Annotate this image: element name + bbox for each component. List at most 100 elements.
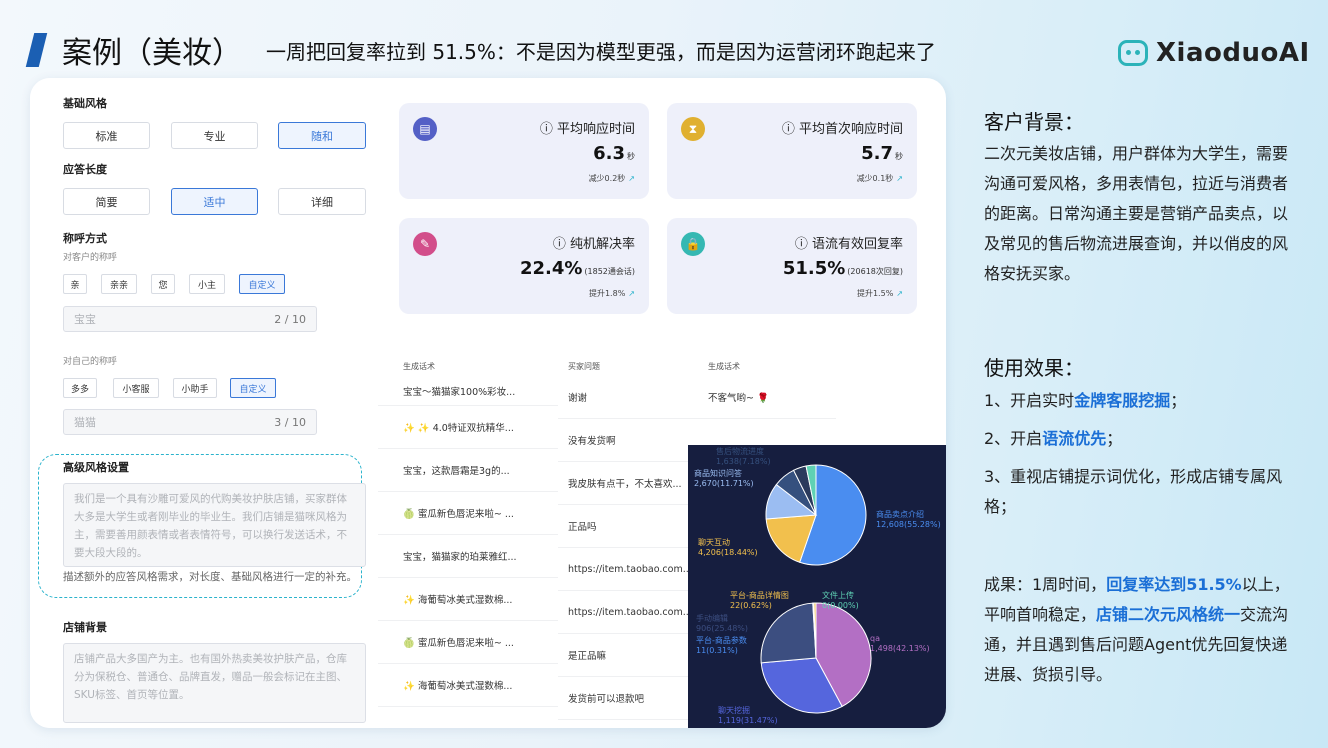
table-row[interactable]: 宝宝，猫猫家的珀莱雅红... bbox=[378, 535, 558, 578]
customer-address-count: 2 / 10 bbox=[274, 312, 306, 326]
trend-icon: ↗ bbox=[628, 174, 635, 183]
pie-label-value: 22(0.62%) bbox=[730, 601, 772, 610]
length-label: 应答长度 bbox=[63, 163, 107, 176]
replies-table-header: 生成话术 bbox=[403, 362, 435, 371]
pie-label-name: 售后物流进度 bbox=[716, 446, 764, 456]
metric-change: 减少0.1秒 bbox=[856, 174, 894, 183]
pie-label-name: 平台-商品参数 bbox=[696, 635, 747, 645]
shop-background-textarea[interactable]: 店铺产品大多国产为主。也有国外热卖美妆护肤产品，仓库分为保税仓、普通仓、品牌直发… bbox=[63, 643, 366, 723]
self-address-value: 猫猫 bbox=[74, 416, 96, 429]
style-option-casual[interactable]: 随和 bbox=[278, 122, 366, 149]
pie-charts-panel: 商品卖点介绍 12,608(55.28%) 聊天互动 4,206(18.44%) 商品知… bbox=[688, 445, 946, 728]
chat-bot-icon bbox=[1118, 40, 1148, 66]
table-row[interactable]: 🍈 蜜瓜新色唇泥来啦~ ... bbox=[378, 621, 558, 664]
length-option-medium[interactable]: 适中 bbox=[171, 188, 258, 215]
table-row[interactable]: ✨ 海葡萄冰美式湿数棉... bbox=[378, 578, 558, 621]
slide-header: 案例（美妆） 一周把回复率拉到 51.5%：不是因为模型更强，而是因为运营闭环跑… bbox=[0, 0, 1328, 80]
self-address-input[interactable]: 猫猫 3 / 10 bbox=[63, 409, 317, 435]
pie-label-name: 手动编辑 bbox=[696, 613, 728, 623]
table-row[interactable]: 宝宝，这款唇霜是3g的... bbox=[378, 449, 558, 492]
metric-unit: (20618次回复) bbox=[847, 267, 903, 276]
pie-label-name: 商品知识问答 bbox=[694, 468, 742, 478]
metric-change: 提升1.8% bbox=[588, 289, 626, 298]
customer-tag-qin[interactable]: 亲 bbox=[63, 274, 87, 294]
tool-icon: ✎ bbox=[413, 232, 437, 256]
table-row[interactable]: 谢谢 不客气哟~ 🌹 bbox=[558, 376, 836, 419]
document-icon: ▤ bbox=[413, 117, 437, 141]
self-tag-custom[interactable]: 自定义 bbox=[230, 378, 276, 398]
pie-label-value: 11(0.31%) bbox=[696, 646, 738, 655]
hourglass-icon: ⧗ bbox=[681, 117, 705, 141]
pie-label-name: 文件上传 bbox=[822, 590, 854, 600]
metric-title: 平均首次响应时间 bbox=[798, 122, 903, 137]
trend-icon: ↗ bbox=[896, 289, 903, 298]
table-row[interactable]: ✨ ✨ 4.0特证双抗精华... bbox=[378, 406, 558, 449]
advanced-style-textarea[interactable]: 我们是一个具有沙雕可爱风的代购美妆护肤店铺，买家群体大多是大学生或者刚毕业的毕业… bbox=[63, 483, 366, 567]
customer-address-label: 对客户的称呼 bbox=[63, 253, 118, 263]
self-tag-duoduo[interactable]: 多多 bbox=[63, 378, 97, 398]
metric-change: 减少0.2秒 bbox=[588, 174, 626, 183]
brand-logo: XiaoduoAI bbox=[1118, 35, 1310, 71]
info-icon: ⓘ bbox=[781, 122, 799, 137]
pie-label-value: 1,119(31.47%) bbox=[718, 716, 778, 725]
info-icon: ⓘ bbox=[794, 237, 812, 252]
metric-card-avg-response: ▤ ⓘ 平均响应时间 6.3 秒 减少0.2秒 ↗ bbox=[399, 103, 649, 199]
metric-card-first-response: ⧗ ⓘ 平均首次响应时间 5.7 秒 减少0.1秒 ↗ bbox=[667, 103, 917, 199]
page-title: 案例（美妆） bbox=[62, 36, 242, 71]
self-address-count: 3 / 10 bbox=[274, 415, 306, 429]
customer-address-input[interactable]: 宝宝 2 / 10 bbox=[63, 306, 317, 332]
style-option-professional[interactable]: 专业 bbox=[171, 122, 258, 149]
pie-slice bbox=[760, 602, 817, 664]
table-row[interactable]: 🍈 蜜瓜新色唇泥来啦~ ... bbox=[378, 492, 558, 535]
metric-card-auto-resolve: ✎ ⓘ 纯机解决率 22.4% (1852通会话) 提升1.8% ↗ bbox=[399, 218, 649, 314]
pie-label-value: 12,608(55.28%) bbox=[876, 520, 941, 529]
pie-label-name: 聊天互动 bbox=[698, 537, 730, 547]
shop-background-label: 店铺背景 bbox=[63, 621, 107, 634]
metric-title: 纯机解决率 bbox=[569, 237, 635, 252]
self-tag-xiaokefu[interactable]: 小客服 bbox=[113, 378, 159, 398]
customer-tag-xiaozhu[interactable]: 小主 bbox=[189, 274, 225, 294]
style-option-standard[interactable]: 标准 bbox=[63, 122, 150, 149]
effect-item-2: 2、开启语流优先； bbox=[984, 429, 1123, 448]
pie-label-value: 1,638(7.18%) bbox=[716, 457, 771, 466]
qa-col-question: 买家问题 bbox=[568, 362, 600, 371]
customer-tag-nin[interactable]: 您 bbox=[151, 274, 175, 294]
customer-address-value: 宝宝 bbox=[74, 313, 96, 326]
qa-col-reply: 生成话术 bbox=[708, 362, 740, 371]
style-label: 基础风格 bbox=[63, 97, 107, 110]
effect-item-3: 3、重视店铺提示词优化，形成店铺专属风格； bbox=[984, 467, 1283, 516]
advanced-style-description: 描述额外的应答风格需求，对长度、基础风格进行一定的补充。 bbox=[63, 571, 357, 583]
brand-name: XiaoduoAI bbox=[1156, 38, 1310, 68]
table-row[interactable]: ✨ 海葡萄冰美式湿数棉... bbox=[378, 664, 558, 707]
table-row[interactable]: 宝宝～猫猫家100%彩妆... bbox=[378, 376, 558, 406]
pie-charts: 商品卖点介绍12,608(55.28%) 聊天互动4,206(18.44%) 商品知… bbox=[694, 446, 941, 725]
self-address-label: 对自己的称呼 bbox=[63, 357, 118, 367]
metric-value: 6.3 bbox=[593, 143, 625, 164]
background-title: 客户背景： bbox=[984, 110, 1084, 134]
length-option-brief[interactable]: 简要 bbox=[63, 188, 150, 215]
title-accent-bar bbox=[25, 33, 48, 67]
style-settings-panel: 基础风格 标准 专业 随和 应答长度 简要 适中 详细 称呼方式 对客户的称呼 … bbox=[30, 78, 378, 728]
pie-label-name: qa bbox=[870, 634, 880, 643]
self-tag-xiaozhushou[interactable]: 小助手 bbox=[173, 378, 217, 398]
metric-title: 语流有效回复率 bbox=[811, 237, 903, 252]
trend-icon: ↗ bbox=[896, 174, 903, 183]
metric-card-valid-reply: 🔒 ⓘ 语流有效回复率 51.5% (20618次回复) 提升1.5% ↗ bbox=[667, 218, 917, 314]
metric-value: 5.7 bbox=[861, 143, 893, 164]
result-text: 成果：1周时间，回复率达到51.5%以上，平响首响稳定，店铺二次元风格统一交流沟… bbox=[984, 575, 1290, 684]
pie-label-value: 1,498(42.13%) bbox=[870, 644, 930, 653]
length-option-detailed[interactable]: 详细 bbox=[278, 188, 366, 215]
advanced-style-label: 高级风格设置 bbox=[63, 461, 129, 474]
pie-label-value: 906(25.48%) bbox=[696, 624, 748, 633]
metric-value: 22.4% bbox=[519, 258, 583, 279]
pie-label-value: 0(0.00%) bbox=[822, 601, 859, 610]
customer-tag-custom[interactable]: 自定义 bbox=[239, 274, 285, 294]
pie-label-name: 平台-商品详情图 bbox=[730, 590, 789, 600]
info-icon: ⓘ bbox=[539, 122, 557, 137]
pie-label-name: 聊天挖掘 bbox=[718, 705, 750, 715]
customer-tag-qinqin[interactable]: 亲亲 bbox=[101, 274, 137, 294]
pie-label-value: 4,206(18.44%) bbox=[698, 548, 758, 557]
effect-title: 使用效果： bbox=[984, 356, 1084, 380]
address-label: 称呼方式 bbox=[63, 232, 107, 245]
background-text: 二次元美妆店铺，用户群体为大学生，需要沟通可爱风格，多用表情包，拉近与消费者的距… bbox=[984, 144, 1289, 283]
